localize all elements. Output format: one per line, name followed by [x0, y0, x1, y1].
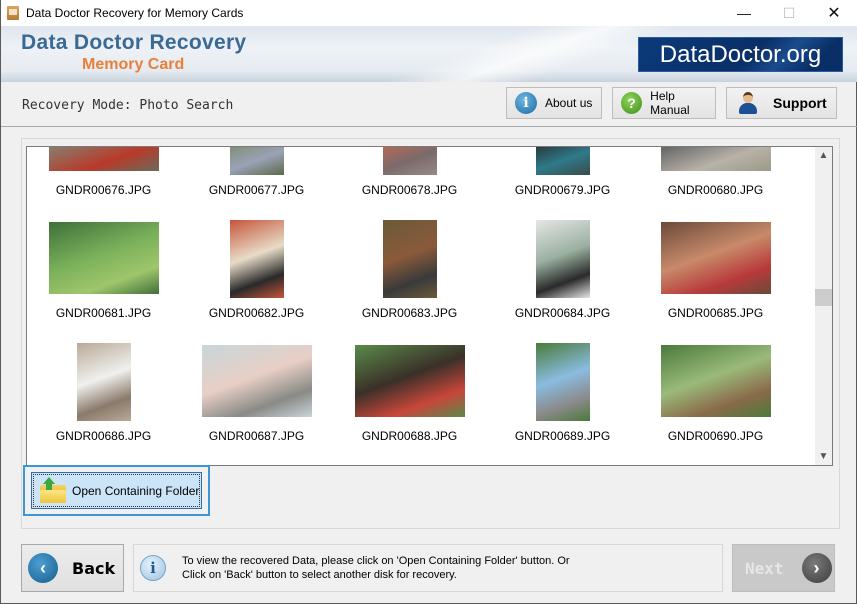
photo-thumbnail	[229, 147, 284, 175]
back-arrow-icon: ‹	[28, 553, 58, 583]
file-name: GNDR00677.JPG	[208, 183, 305, 197]
next-arrow-icon: ›	[801, 553, 832, 583]
help-icon: ?	[621, 92, 643, 114]
photo-thumbnail	[48, 147, 159, 171]
photo-thumbnail	[535, 220, 590, 298]
thumbnail-item[interactable]: GNDR00680.JPG	[639, 147, 792, 207]
app-window: Data Doctor Recovery for Memory Cards — …	[0, 0, 857, 604]
scroll-down-arrow-icon[interactable]: ▼	[815, 448, 832, 465]
photo-thumbnail	[76, 343, 131, 421]
next-label: Next	[745, 558, 784, 578]
file-name: GNDR00688.JPG	[361, 429, 458, 443]
file-name: GNDR00686.JPG	[55, 429, 152, 443]
photo-gallery[interactable]: GNDR00676.JPG GNDR00677.JPG GNDR00678.JPG G…	[26, 146, 833, 466]
thumbnail-item[interactable]: GNDR00687.JPG	[180, 330, 333, 453]
vertical-scrollbar[interactable]: ▲ ▼	[815, 147, 832, 465]
thumbnail-item[interactable]: GNDR00685.JPG	[639, 207, 792, 330]
help-manual-button[interactable]: ? Help Manual	[612, 87, 716, 119]
about-us-button[interactable]: i About us	[506, 87, 602, 119]
scrollbar-thumb[interactable]	[815, 289, 832, 307]
photo-thumbnail	[660, 222, 771, 294]
help-manual-label: Help Manual	[650, 89, 690, 117]
photo-thumbnail	[660, 147, 771, 171]
window-title: Data Doctor Recovery for Memory Cards	[26, 6, 244, 20]
info-line-2: Click on 'Back' button to select another…	[182, 569, 457, 581]
support-button[interactable]: Support	[726, 87, 837, 119]
open-folder-focus-ring: Open Containing Folder	[23, 465, 210, 516]
thumbnail-item[interactable]: GNDR00684.JPG	[486, 207, 639, 330]
next-button-disabled[interactable]: Next ›	[732, 544, 835, 592]
photo-thumbnail	[229, 220, 284, 298]
info-icon: i	[515, 92, 537, 114]
close-button[interactable]: ✕	[811, 0, 857, 26]
thumbnail-item[interactable]: GNDR00688.JPG	[333, 330, 486, 453]
photo-thumbnail	[201, 345, 312, 417]
thumbnail-item[interactable]: GNDR00679.JPG	[486, 147, 639, 207]
photo-thumbnail	[535, 343, 590, 421]
file-name: GNDR00680.JPG	[667, 183, 764, 197]
header-banner: Data Doctor Recovery Memory Card DataDoc…	[1, 26, 857, 82]
file-name: GNDR00683.JPG	[361, 306, 458, 320]
thumbnail-item[interactable]: GNDR00690.JPG	[639, 330, 792, 453]
info-icon: i	[140, 555, 166, 581]
thumbnail-item[interactable]: GNDR00678.JPG	[333, 147, 486, 207]
open-folder-label: Open Containing Folder	[72, 483, 200, 498]
file-name: GNDR00685.JPG	[667, 306, 764, 320]
back-button[interactable]: ‹ Back	[21, 544, 124, 592]
file-name: GNDR00676.JPG	[55, 183, 152, 197]
title-bar: Data Doctor Recovery for Memory Cards — …	[1, 0, 857, 26]
thumbnail-item[interactable]: GNDR00689.JPG	[486, 330, 639, 453]
photo-thumbnail	[535, 147, 590, 175]
file-name: GNDR00687.JPG	[208, 429, 305, 443]
support-label: Support	[773, 95, 827, 111]
photo-thumbnail	[48, 222, 159, 294]
photo-thumbnail	[382, 220, 437, 298]
open-containing-folder-button[interactable]: Open Containing Folder	[31, 472, 202, 509]
app-icon	[7, 6, 19, 20]
header-divider	[1, 126, 857, 127]
file-name: GNDR00690.JPG	[667, 429, 764, 443]
thumbnail-item[interactable]: GNDR00686.JPG	[27, 330, 180, 453]
file-name: GNDR00684.JPG	[514, 306, 611, 320]
file-name: GNDR00679.JPG	[514, 183, 611, 197]
about-us-label: About us	[545, 96, 593, 110]
info-message: To view the recovered Data, please click…	[182, 554, 570, 582]
back-label: Back	[72, 558, 116, 578]
photo-thumbnail	[382, 147, 437, 175]
folder-open-icon	[40, 476, 66, 503]
thumbnail-item[interactable]: GNDR00676.JPG	[27, 147, 180, 207]
photo-thumbnail	[660, 345, 771, 417]
brand-title: Data Doctor Recovery	[21, 31, 247, 54]
photo-thumbnail	[354, 345, 465, 417]
recovery-mode-label: Recovery Mode: Photo Search	[22, 98, 234, 113]
thumbnail-item[interactable]: GNDR00681.JPG	[27, 207, 180, 330]
minimize-button[interactable]: —	[721, 0, 767, 26]
scroll-up-arrow-icon[interactable]: ▲	[815, 147, 832, 164]
thumbnail-item[interactable]: GNDR00682.JPG	[180, 207, 333, 330]
info-line-1: To view the recovered Data, please click…	[182, 555, 570, 567]
file-name: GNDR00678.JPG	[361, 183, 458, 197]
thumbnail-item[interactable]: GNDR00683.JPG	[333, 207, 486, 330]
file-name: GNDR00682.JPG	[208, 306, 305, 320]
thumbnail-item[interactable]: GNDR00677.JPG	[180, 147, 333, 207]
brand-subtitle: Memory Card	[82, 56, 185, 73]
file-name: GNDR00689.JPG	[514, 429, 611, 443]
maximize-button[interactable]: ☐	[766, 0, 812, 26]
file-name: GNDR00681.JPG	[55, 306, 152, 320]
support-person-icon	[737, 91, 759, 115]
site-logo: DataDoctor.org	[638, 37, 843, 72]
info-message-box: i To view the recovered Data, please cli…	[133, 544, 723, 592]
